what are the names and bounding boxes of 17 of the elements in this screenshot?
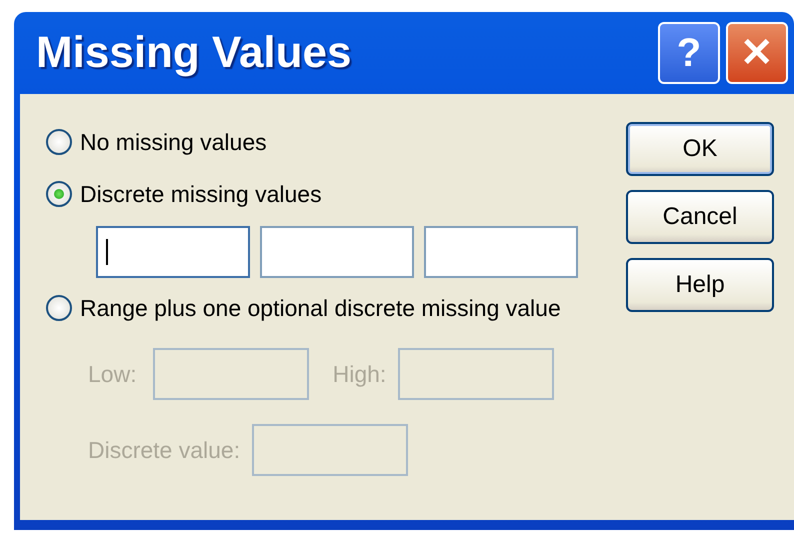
dialog-button[interactable]: OK (626, 122, 774, 176)
dialog-button[interactable]: Cancel (626, 190, 774, 244)
window-title: Missing Values (36, 27, 352, 79)
dialog-button[interactable]: Help (626, 258, 774, 312)
help-button[interactable]: ? (658, 22, 720, 84)
input-field[interactable] (252, 424, 408, 476)
field-label: High: (332, 360, 386, 389)
radio-button[interactable] (46, 181, 72, 207)
input-field[interactable] (96, 226, 250, 278)
field-label: Discrete value: (88, 436, 240, 465)
radio-button[interactable] (46, 129, 72, 155)
input-field[interactable] (424, 226, 578, 278)
input-field[interactable] (260, 226, 414, 278)
input-field[interactable] (398, 348, 554, 400)
field-label: Low: (88, 360, 137, 389)
radio-label[interactable]: No missing values (80, 124, 267, 160)
radio-label[interactable]: Discrete missing values (80, 176, 322, 212)
